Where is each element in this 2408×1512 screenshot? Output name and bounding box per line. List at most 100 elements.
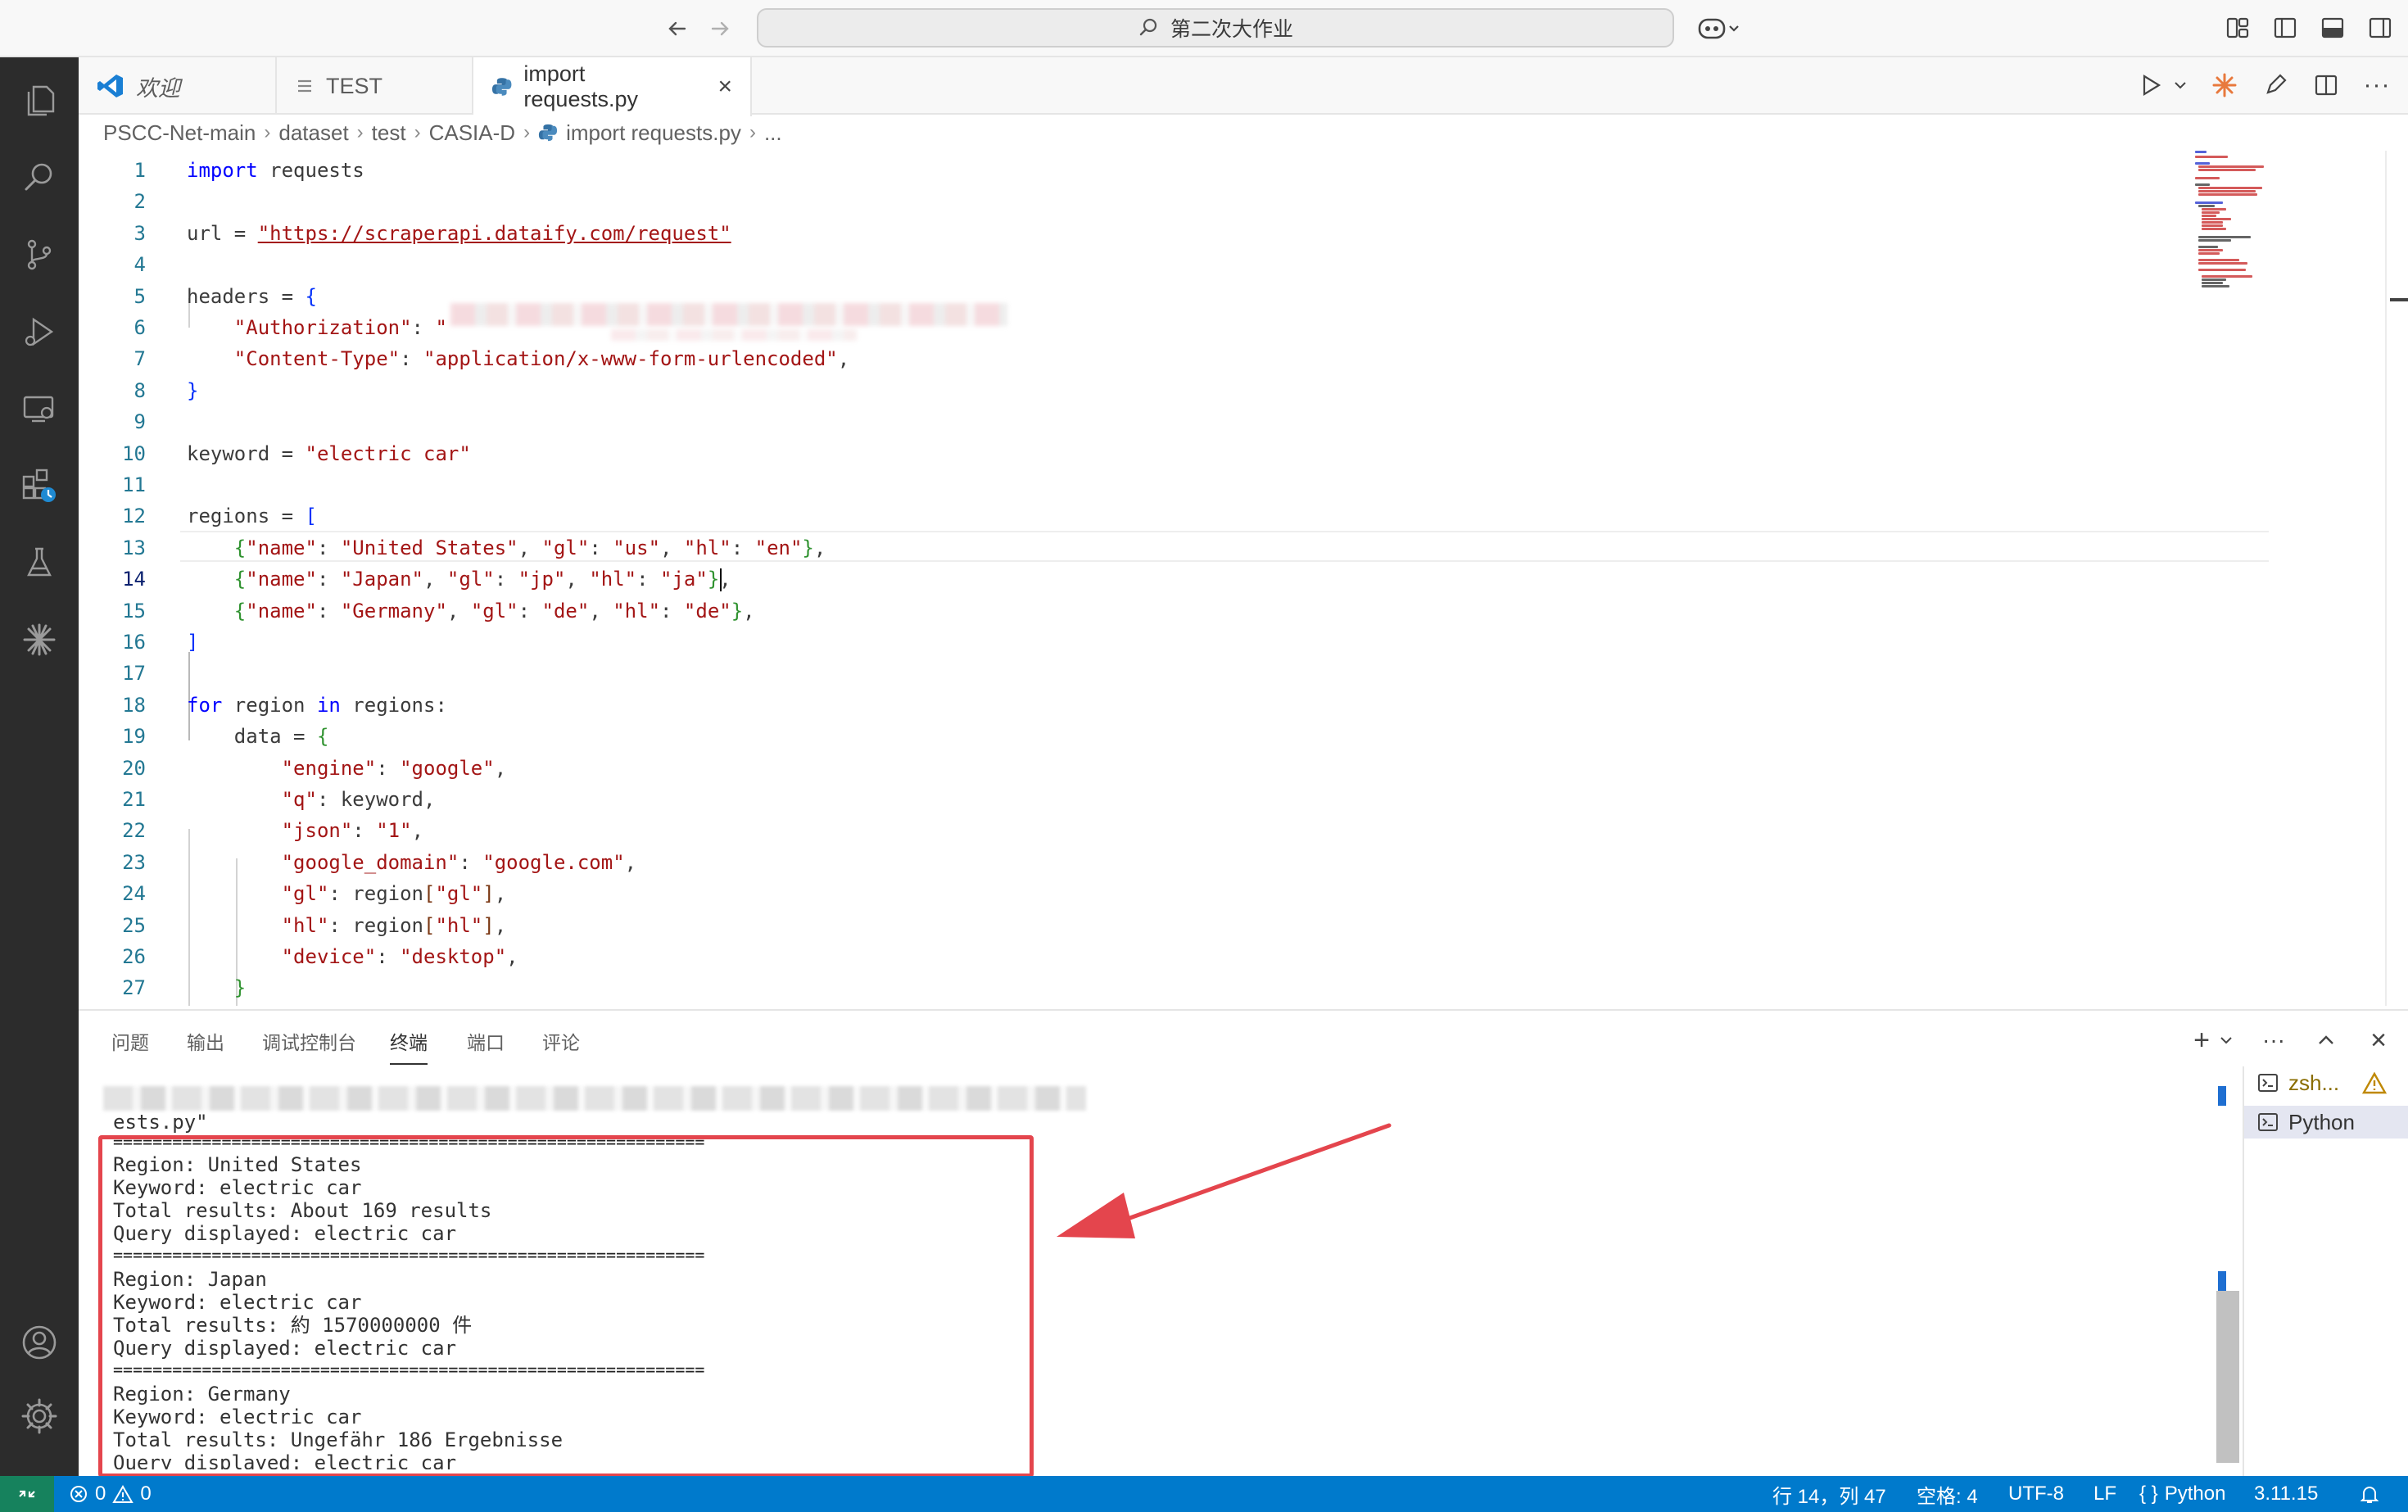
problems-status[interactable]: 0 0: [69, 1476, 152, 1512]
encoding-status[interactable]: UTF-8: [2008, 1476, 2064, 1512]
terminal-icon: [2258, 1113, 2278, 1131]
terminal-line: Region: United States: [113, 1153, 362, 1176]
language-mode[interactable]: { } Python: [2139, 1476, 2225, 1512]
line-number: 22: [122, 819, 146, 843]
cursor-position[interactable]: 行 14，列 47: [1772, 1476, 1886, 1512]
indentation-status[interactable]: 空格: 4: [1917, 1476, 1978, 1512]
code-token: ,: [518, 536, 542, 559]
status-bar: 0 0 行 14，列 47 空格: 4 UTF-8 LF { } Python …: [0, 1476, 2408, 1512]
code-token: ,: [837, 347, 850, 371]
line-number: 18: [122, 693, 146, 717]
python-interpreter[interactable]: 3.11.15: [2254, 1476, 2318, 1512]
close-panel-icon[interactable]: ×: [2365, 1025, 2392, 1056]
code-line: 13 {"name": "United States", "gl": "us",…: [79, 533, 2192, 563]
toggle-primary-sidebar-icon[interactable]: [2270, 13, 2300, 43]
run-debug-icon[interactable]: [0, 295, 79, 369]
code-line: 10 keyword = "electric car": [79, 439, 2192, 469]
terminal-line: Query displayed: electric car: [113, 1222, 457, 1245]
code-token: requests: [257, 159, 364, 182]
remote-indicator-icon[interactable]: [0, 1476, 54, 1512]
code-line: 11: [79, 470, 2192, 500]
toggle-secondary-sidebar-icon[interactable]: [2365, 13, 2395, 43]
code-token: ,: [565, 568, 590, 591]
explorer-icon[interactable]: [0, 64, 79, 138]
breadcrumb-item[interactable]: CASIA-D: [429, 120, 515, 146]
spark-extension-icon[interactable]: [0, 603, 79, 677]
code-editor[interactable]: 1 import requests 2 3 url = "https://scraper…: [79, 151, 2408, 1006]
code-token: "Japan": [340, 568, 424, 591]
minimap[interactable]: [2195, 151, 2302, 315]
redacted-token: [450, 303, 1007, 326]
tab-ports[interactable]: 端口: [467, 1027, 505, 1055]
back-button[interactable]: [660, 11, 695, 46]
tab-test-label: TEST: [326, 73, 383, 98]
toggle-panel-icon[interactable]: [2318, 13, 2347, 43]
code-token: ,: [813, 536, 826, 559]
tab-output[interactable]: 输出: [187, 1027, 224, 1055]
code-line: 5 headers = {: [79, 282, 2192, 311]
code-line: 19 data = {: [79, 722, 2192, 751]
extensions-timeline-icon[interactable]: [0, 449, 79, 523]
search-icon[interactable]: [0, 141, 79, 215]
ai-spark-icon[interactable]: [2210, 70, 2239, 100]
remote-explorer-icon[interactable]: [0, 372, 79, 446]
text-cursor: [719, 568, 722, 592]
customize-layout-icon[interactable]: [2223, 13, 2252, 43]
forward-button[interactable]: [703, 11, 737, 46]
terminal-output[interactable]: ests.py" ===============================…: [103, 1084, 2282, 1469]
breadcrumb-chevron-icon: ›: [414, 121, 421, 143]
source-control-icon[interactable]: [0, 218, 79, 292]
new-terminal-plus-icon[interactable]: +: [2188, 1025, 2215, 1056]
panel-more-icon[interactable]: ···: [2261, 1027, 2287, 1053]
tab-debug-console[interactable]: 调试控制台: [262, 1027, 356, 1055]
code-token: "hl": [613, 599, 661, 622]
code-token: :: [731, 536, 755, 559]
code-token: "gl": [281, 882, 329, 906]
tab-problems[interactable]: 问题: [111, 1027, 149, 1055]
eol-status[interactable]: LF: [2093, 1476, 2116, 1512]
tab-welcome-label: 欢迎: [136, 75, 180, 101]
code-text: regions = [: [187, 501, 317, 531]
code-text: }: [187, 973, 246, 1003]
code-line: 23 "google_domain": "google.com",: [79, 848, 2192, 877]
code-line: 9: [79, 407, 2192, 437]
editor-vertical-scrollbar[interactable]: [2385, 151, 2408, 1006]
panel-tabs: 问题 输出 调试控制台 终端 端口 评论: [79, 1011, 2408, 1070]
code-token: "Content-Type": [233, 347, 401, 371]
code-text: {"name": "United States", "gl": "us", "h…: [187, 533, 826, 563]
code-token: ": [435, 316, 447, 339]
tab-welcome[interactable]: 欢迎: [79, 57, 277, 115]
command-center-search[interactable]: 第二次大作业: [757, 8, 1674, 48]
code-token: {: [233, 568, 247, 591]
terminal-icon: [2258, 1074, 2278, 1092]
code-line: 27 }: [79, 973, 2192, 1003]
terminal-session-python[interactable]: Python: [2244, 1106, 2408, 1139]
copilot-button[interactable]: [1691, 11, 1748, 46]
edit-pencil-icon[interactable]: [2261, 70, 2290, 100]
breadcrumb-item[interactable]: dataset: [278, 120, 348, 146]
code-token: "google.com": [482, 850, 625, 874]
tab-comments[interactable]: 评论: [542, 1027, 580, 1055]
terminal-session-zsh[interactable]: zsh...: [2244, 1066, 2408, 1099]
split-editor-icon[interactable]: [2311, 70, 2341, 100]
notifications-bell-icon[interactable]: [2359, 1476, 2380, 1512]
breadcrumb-item[interactable]: test: [372, 120, 406, 146]
tab-terminal[interactable]: 终端: [390, 1027, 428, 1065]
terminal-scrollbar[interactable]: [2216, 1078, 2239, 1474]
code-token: "device": [281, 945, 377, 968]
tab-test[interactable]: TEST: [277, 57, 473, 115]
tab-import-requests[interactable]: import requests.py ×: [473, 57, 752, 116]
breadcrumb-item[interactable]: PSCC-Net-main: [103, 120, 256, 146]
more-actions-icon[interactable]: ···: [2362, 70, 2392, 100]
terminal-dropdown-chevron-icon[interactable]: [2218, 1027, 2234, 1053]
settings-gear-icon[interactable]: [0, 1379, 79, 1453]
breadcrumb-item[interactable]: ...: [764, 120, 782, 146]
testing-icon[interactable]: [0, 526, 79, 600]
breadcrumb-item[interactable]: import requests.py: [566, 120, 741, 146]
code-token: "en": [754, 536, 803, 559]
run-dropdown-chevron-icon[interactable]: [2172, 70, 2188, 100]
maximize-panel-chevron-up-icon[interactable]: [2313, 1027, 2339, 1053]
run-python-file-icon[interactable]: [2136, 70, 2166, 100]
close-tab-icon[interactable]: ×: [717, 73, 732, 101]
accounts-icon[interactable]: [0, 1306, 79, 1379]
